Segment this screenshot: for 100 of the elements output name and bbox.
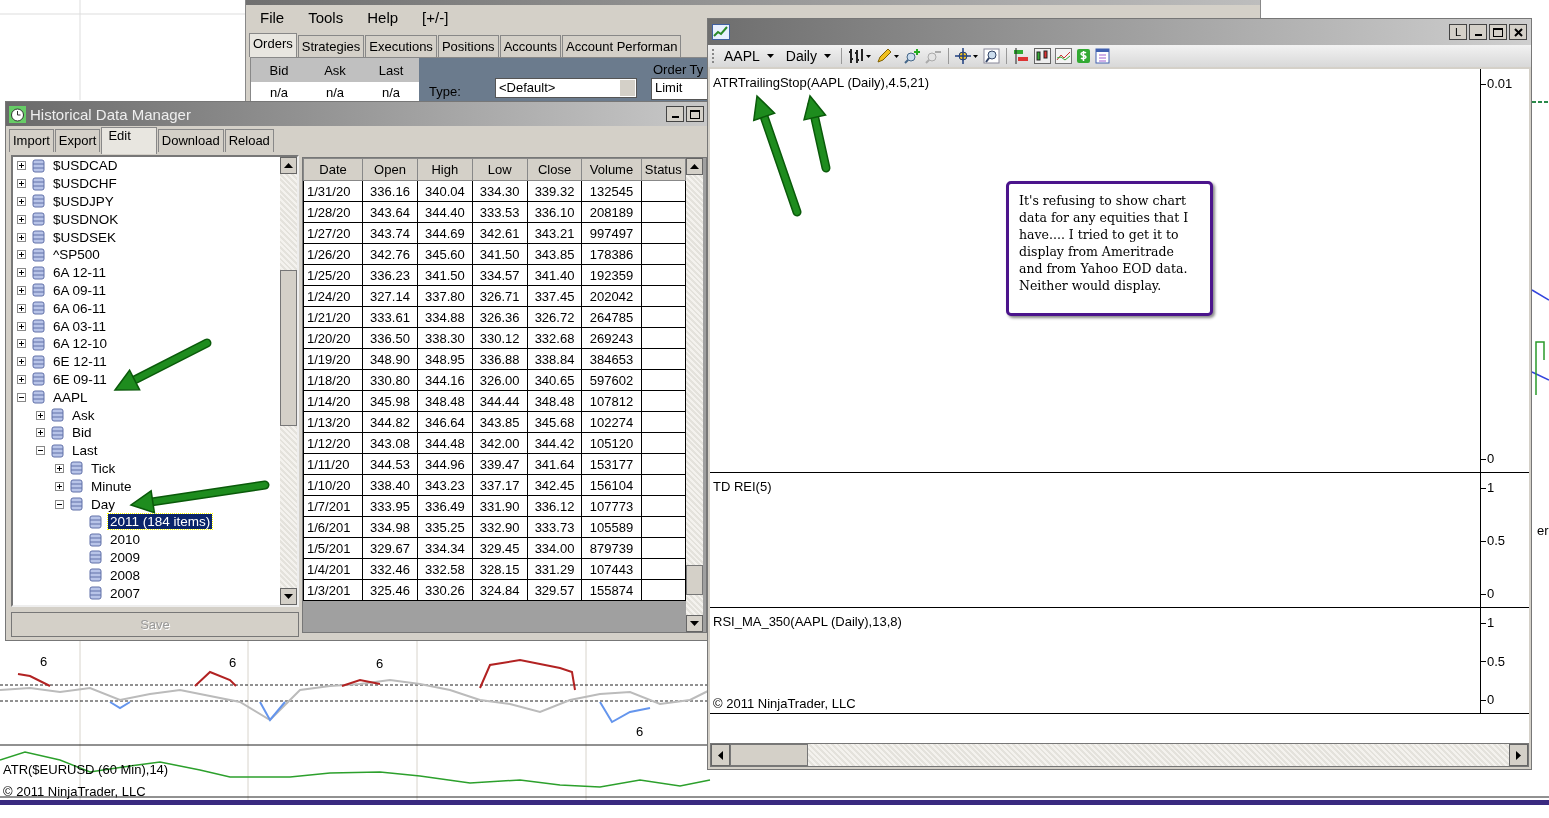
minimize-button[interactable]: [666, 106, 684, 122]
tree-item[interactable]: Day: [89, 496, 117, 512]
instrument-dropdown[interactable]: AAPL: [720, 48, 778, 64]
tree-item[interactable]: 6A 06-11: [51, 300, 109, 316]
expander-icon[interactable]: [17, 374, 26, 384]
menu-item[interactable]: [+/-]: [422, 9, 449, 31]
expander-icon[interactable]: [17, 161, 26, 171]
bar-style-icon[interactable]: [847, 48, 872, 64]
scroll-thumb[interactable]: [280, 270, 297, 426]
tree-item[interactable]: 6A 09-11: [51, 282, 109, 298]
column-header[interactable]: Close: [527, 158, 582, 181]
tree-item[interactable]: Tick: [89, 460, 118, 476]
expander-icon[interactable]: [17, 197, 26, 206]
maximize-button[interactable]: [1489, 24, 1507, 40]
tab[interactable]: Executions: [365, 35, 437, 57]
expander-icon[interactable]: [17, 214, 26, 224]
tab[interactable]: Accounts: [499, 35, 562, 57]
tree-item[interactable]: 2011 (184 items): [108, 514, 213, 530]
expander-icon[interactable]: [17, 250, 26, 260]
menu-item[interactable]: Help: [367, 9, 399, 31]
expander-icon[interactable]: [17, 339, 26, 349]
tab[interactable]: Import: [9, 129, 54, 152]
column-header[interactable]: Open: [362, 158, 418, 181]
expander-icon[interactable]: [17, 321, 26, 331]
column-header[interactable]: Status: [641, 158, 686, 181]
menu-item[interactable]: Tools: [308, 9, 344, 31]
tab[interactable]: Orders: [249, 33, 297, 57]
tab[interactable]: Export: [54, 129, 101, 152]
expander-icon[interactable]: [17, 179, 26, 189]
crosshair-icon[interactable]: [954, 48, 979, 64]
line-chart-icon[interactable]: [1054, 48, 1072, 64]
tab[interactable]: Edit: [101, 127, 157, 154]
tree-item[interactable]: $USDNOK: [51, 211, 121, 227]
expander-icon[interactable]: [17, 285, 26, 295]
lock-button[interactable]: L: [1449, 24, 1467, 40]
zoom-in-icon[interactable]: [903, 48, 921, 64]
minimize-button[interactable]: [1469, 24, 1487, 40]
maximize-button[interactable]: [686, 106, 704, 122]
expander-icon[interactable]: [17, 268, 26, 278]
period-dropdown[interactable]: Daily: [781, 48, 835, 64]
expander-icon[interactable]: [55, 463, 64, 473]
tab[interactable]: Strategies: [297, 35, 365, 57]
tree-item[interactable]: $USDJPY: [51, 194, 116, 209]
scroll-thumb[interactable]: [730, 744, 808, 766]
tree-item[interactable]: Ask: [70, 407, 97, 423]
expander-icon[interactable]: [17, 357, 26, 367]
tree-item[interactable]: 6A 12-11: [51, 265, 109, 281]
tree-item[interactable]: ^SP500: [51, 247, 102, 263]
table-cell: 337.80: [417, 285, 473, 307]
pencil-icon[interactable]: [875, 48, 900, 64]
column-header[interactable]: Volume: [581, 158, 642, 181]
scrollbar[interactable]: [686, 158, 703, 632]
scrollbar[interactable]: [280, 157, 297, 605]
tab[interactable]: Reload: [224, 129, 274, 152]
tree-item[interactable]: 2007: [108, 585, 143, 601]
table-cell: 330.26: [417, 579, 473, 601]
scroll-thumb[interactable]: [686, 565, 703, 595]
expander-icon[interactable]: [36, 410, 45, 420]
search-icon[interactable]: [982, 48, 1000, 64]
column-header[interactable]: High: [417, 158, 473, 181]
tree-item[interactable]: Last: [70, 443, 100, 459]
data-box-icon[interactable]: [1094, 48, 1110, 64]
expander-icon[interactable]: [17, 392, 26, 402]
tree-item[interactable]: 6A 12-10: [51, 336, 110, 352]
tree-item[interactable]: 6E 09-11: [51, 371, 109, 387]
tab[interactable]: Positions: [437, 35, 499, 57]
tree-item[interactable]: $USDCAD: [51, 158, 120, 174]
tree-item[interactable]: 2010: [108, 532, 143, 548]
tab[interactable]: Download: [157, 129, 224, 152]
expander-icon[interactable]: [17, 303, 26, 313]
tree-item[interactable]: 6E 12-11: [51, 354, 109, 370]
tree-item[interactable]: $USDSEK: [51, 229, 119, 245]
expander-icon[interactable]: [55, 481, 64, 491]
column-header[interactable]: Low: [472, 158, 528, 181]
scrollbar[interactable]: [710, 743, 1529, 767]
expander-icon[interactable]: [17, 232, 26, 242]
expander-icon[interactable]: [55, 499, 64, 509]
table-cell: 334.57: [472, 264, 528, 286]
tab[interactable]: Account Performan: [562, 35, 682, 57]
close-icon: [1513, 27, 1523, 37]
tree-item[interactable]: Bid: [70, 425, 94, 441]
tree-item[interactable]: Minute: [89, 478, 134, 494]
tree-item[interactable]: 6A 03-11: [51, 318, 109, 334]
candlestick-icon[interactable]: [1033, 48, 1051, 64]
tree-item[interactable]: 2009: [108, 549, 143, 565]
column-header[interactable]: Date: [303, 158, 363, 181]
table-cell: 102274: [581, 411, 642, 433]
menu-item[interactable]: File: [260, 9, 285, 31]
tree-item[interactable]: 2008: [108, 567, 143, 583]
close-button[interactable]: [1509, 24, 1527, 40]
type-dropdown[interactable]: <Default>: [495, 78, 637, 98]
dollar-icon[interactable]: [1075, 48, 1091, 64]
order-type-field[interactable]: Limit: [651, 78, 708, 100]
tree-item[interactable]: $USDCHF: [51, 176, 119, 192]
table-cell: 1/6/201: [303, 516, 363, 538]
strategy-icon[interactable]: [1012, 48, 1030, 64]
expander-icon[interactable]: [36, 428, 45, 438]
expander-icon[interactable]: [36, 446, 45, 456]
tree-item[interactable]: AAPL: [51, 389, 90, 405]
table-cell: 331.29: [527, 558, 582, 580]
